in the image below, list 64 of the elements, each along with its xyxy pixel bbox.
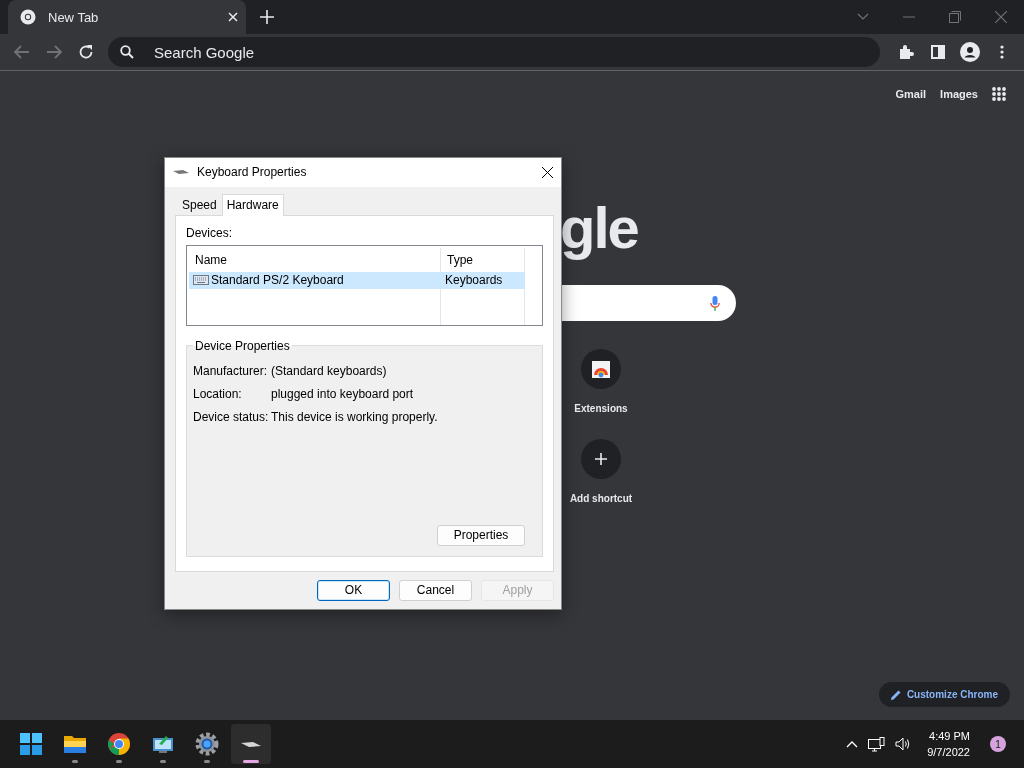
new-tab-icon[interactable] <box>260 10 274 24</box>
devices-label: Devices: <box>186 225 233 240</box>
device-name-cell[interactable]: Standard PS/2 Keyboard <box>189 271 441 289</box>
back-icon[interactable] <box>14 45 30 59</box>
device-list[interactable]: Name Type Standard PS/2 Keyboard Keyboards <box>186 244 543 326</box>
property-value: This device is working properly. <box>271 410 439 425</box>
puzzle-icon[interactable] <box>898 44 914 60</box>
gear-icon <box>195 732 219 756</box>
menu-icon[interactable] <box>1000 45 1004 59</box>
side-panel-icon[interactable] <box>931 45 945 59</box>
column-header[interactable]: Type <box>441 247 525 272</box>
extension-store-icon <box>591 359 611 379</box>
dialog-title: Keyboard Properties <box>197 165 308 180</box>
dialog-tab[interactable]: Speed <box>177 194 222 215</box>
property-label: Manufacturer: <box>193 364 269 379</box>
profile-icon[interactable] <box>960 42 980 62</box>
taskbar-button[interactable] <box>231 724 271 764</box>
property-value: plugged into keyboard port <box>271 387 415 402</box>
logo-text: gle <box>560 197 638 259</box>
device-name: Standard PS/2 Keyboard <box>211 273 344 288</box>
keyboard-icon <box>241 741 261 747</box>
chrome-icon <box>107 732 131 756</box>
search-icon <box>120 45 134 59</box>
notification-badge[interactable]: 1 <box>990 736 1006 752</box>
dialog-button[interactable]: OK <box>317 579 390 601</box>
properties-button[interactable]: Properties <box>437 524 525 546</box>
shortcut-tile[interactable] <box>581 349 621 389</box>
restore-icon[interactable] <box>949 11 961 23</box>
apps-grid-icon[interactable] <box>992 87 1006 101</box>
property-value: (Standard keyboards) <box>271 364 388 379</box>
keyboard-icon <box>193 275 209 286</box>
dialog-tab[interactable]: Hardware <box>221 193 284 216</box>
header-link[interactable]: Gmail <box>895 88 927 100</box>
search-input[interactable]: Search Google <box>152 42 868 62</box>
clock-date[interactable]: 9/7/2022 <box>927 744 970 760</box>
shortcut-tile[interactable] <box>581 439 621 479</box>
column-header[interactable]: Name <box>189 247 441 272</box>
volume-icon[interactable] <box>895 737 912 751</box>
shortcut-label: Add shortcut <box>569 493 633 504</box>
plus-icon <box>595 453 607 465</box>
shortcut-label: Extensions <box>574 403 628 414</box>
close-icon[interactable] <box>542 166 553 178</box>
microphone-icon <box>710 295 720 311</box>
forward-icon[interactable] <box>46 45 62 59</box>
address-bar[interactable]: Search Google <box>108 37 880 67</box>
tab-title: New Tab <box>48 9 100 25</box>
dialog-button[interactable]: Cancel <box>399 579 472 601</box>
clock-time[interactable]: 4:49 PM <box>929 728 970 744</box>
customize-chrome-button[interactable]: Customize Chrome <box>878 682 1010 707</box>
windows-icon <box>19 732 43 756</box>
reload-icon[interactable] <box>78 44 94 60</box>
keyboard-icon <box>173 169 189 176</box>
search-box[interactable] <box>562 285 736 321</box>
device-type-cell: Keyboards <box>441 271 525 289</box>
group-title: Device Properties <box>193 338 292 353</box>
chrome-icon <box>20 9 36 25</box>
property-label: Location: <box>193 387 243 402</box>
header-link[interactable]: Images <box>940 88 978 100</box>
pencil-icon <box>890 689 901 700</box>
property-label: Device status: <box>193 410 270 425</box>
network-icon[interactable] <box>868 736 886 752</box>
chevron-up-icon[interactable] <box>846 740 859 748</box>
browser-tab[interactable]: New Tab <box>8 0 246 34</box>
chevron-down-icon[interactable] <box>857 13 869 21</box>
